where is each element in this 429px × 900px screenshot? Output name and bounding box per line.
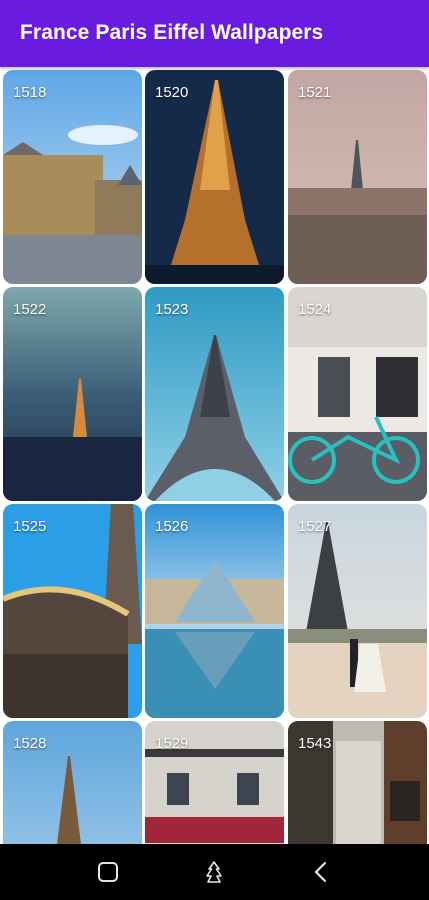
wallpaper-tile[interactable]: 1525 [3,504,142,718]
wallpaper-thumbnail [288,287,427,501]
recents-button[interactable] [94,858,122,886]
wallpaper-number: 1524 [298,301,332,318]
wallpaper-tile[interactable]: 1528 [3,721,142,844]
app-bar: France Paris Eiffel Wallpapers [0,0,429,67]
wallpaper-tile[interactable]: 1543 [288,721,427,844]
wallpaper-thumbnail [145,70,284,284]
app-title: France Paris Eiffel Wallpapers [20,21,324,44]
wallpaper-number: 1520 [155,84,189,101]
wallpaper-number: 1525 [13,518,47,535]
wallpaper-thumbnail [145,287,284,501]
wallpaper-number: 1527 [298,518,332,535]
wallpaper-number: 1526 [155,518,189,535]
wallpaper-thumbnail [288,504,427,718]
wallpaper-number: 1522 [13,301,47,318]
wallpaper-tile[interactable]: 1526 [145,504,284,718]
chevron-left-icon [314,861,327,883]
wallpaper-number: 1529 [155,735,189,752]
wallpaper-tile[interactable]: 1521 [288,70,427,284]
wallpaper-tile[interactable]: 1523 [145,287,284,501]
wallpaper-thumbnail [3,70,142,284]
square-icon [98,862,118,882]
wallpaper-thumbnail [288,70,427,284]
system-navigation-bar [0,844,429,900]
wallpaper-number: 1521 [298,84,332,101]
wallpaper-thumbnail [3,504,142,718]
wallpaper-grid[interactable]: 1518 1520 1521 1522 1523 1524 1525 1526 … [0,67,429,844]
wallpaper-tile[interactable]: 1527 [288,504,427,718]
wallpaper-tile[interactable]: 1518 [3,70,142,284]
home-button[interactable] [200,858,228,886]
wallpaper-tile[interactable]: 1529 [145,721,284,844]
wallpaper-thumbnail [145,504,284,718]
wallpaper-number: 1528 [13,735,47,752]
wallpaper-number: 1518 [13,84,47,101]
wallpaper-number: 1523 [155,301,189,318]
wallpaper-thumbnail [3,287,142,501]
wallpaper-number: 1543 [298,735,332,752]
tree-icon [206,861,222,883]
wallpaper-tile[interactable]: 1524 [288,287,427,501]
wallpaper-tile[interactable]: 1520 [145,70,284,284]
back-button[interactable] [307,858,335,886]
wallpaper-tile[interactable]: 1522 [3,287,142,501]
